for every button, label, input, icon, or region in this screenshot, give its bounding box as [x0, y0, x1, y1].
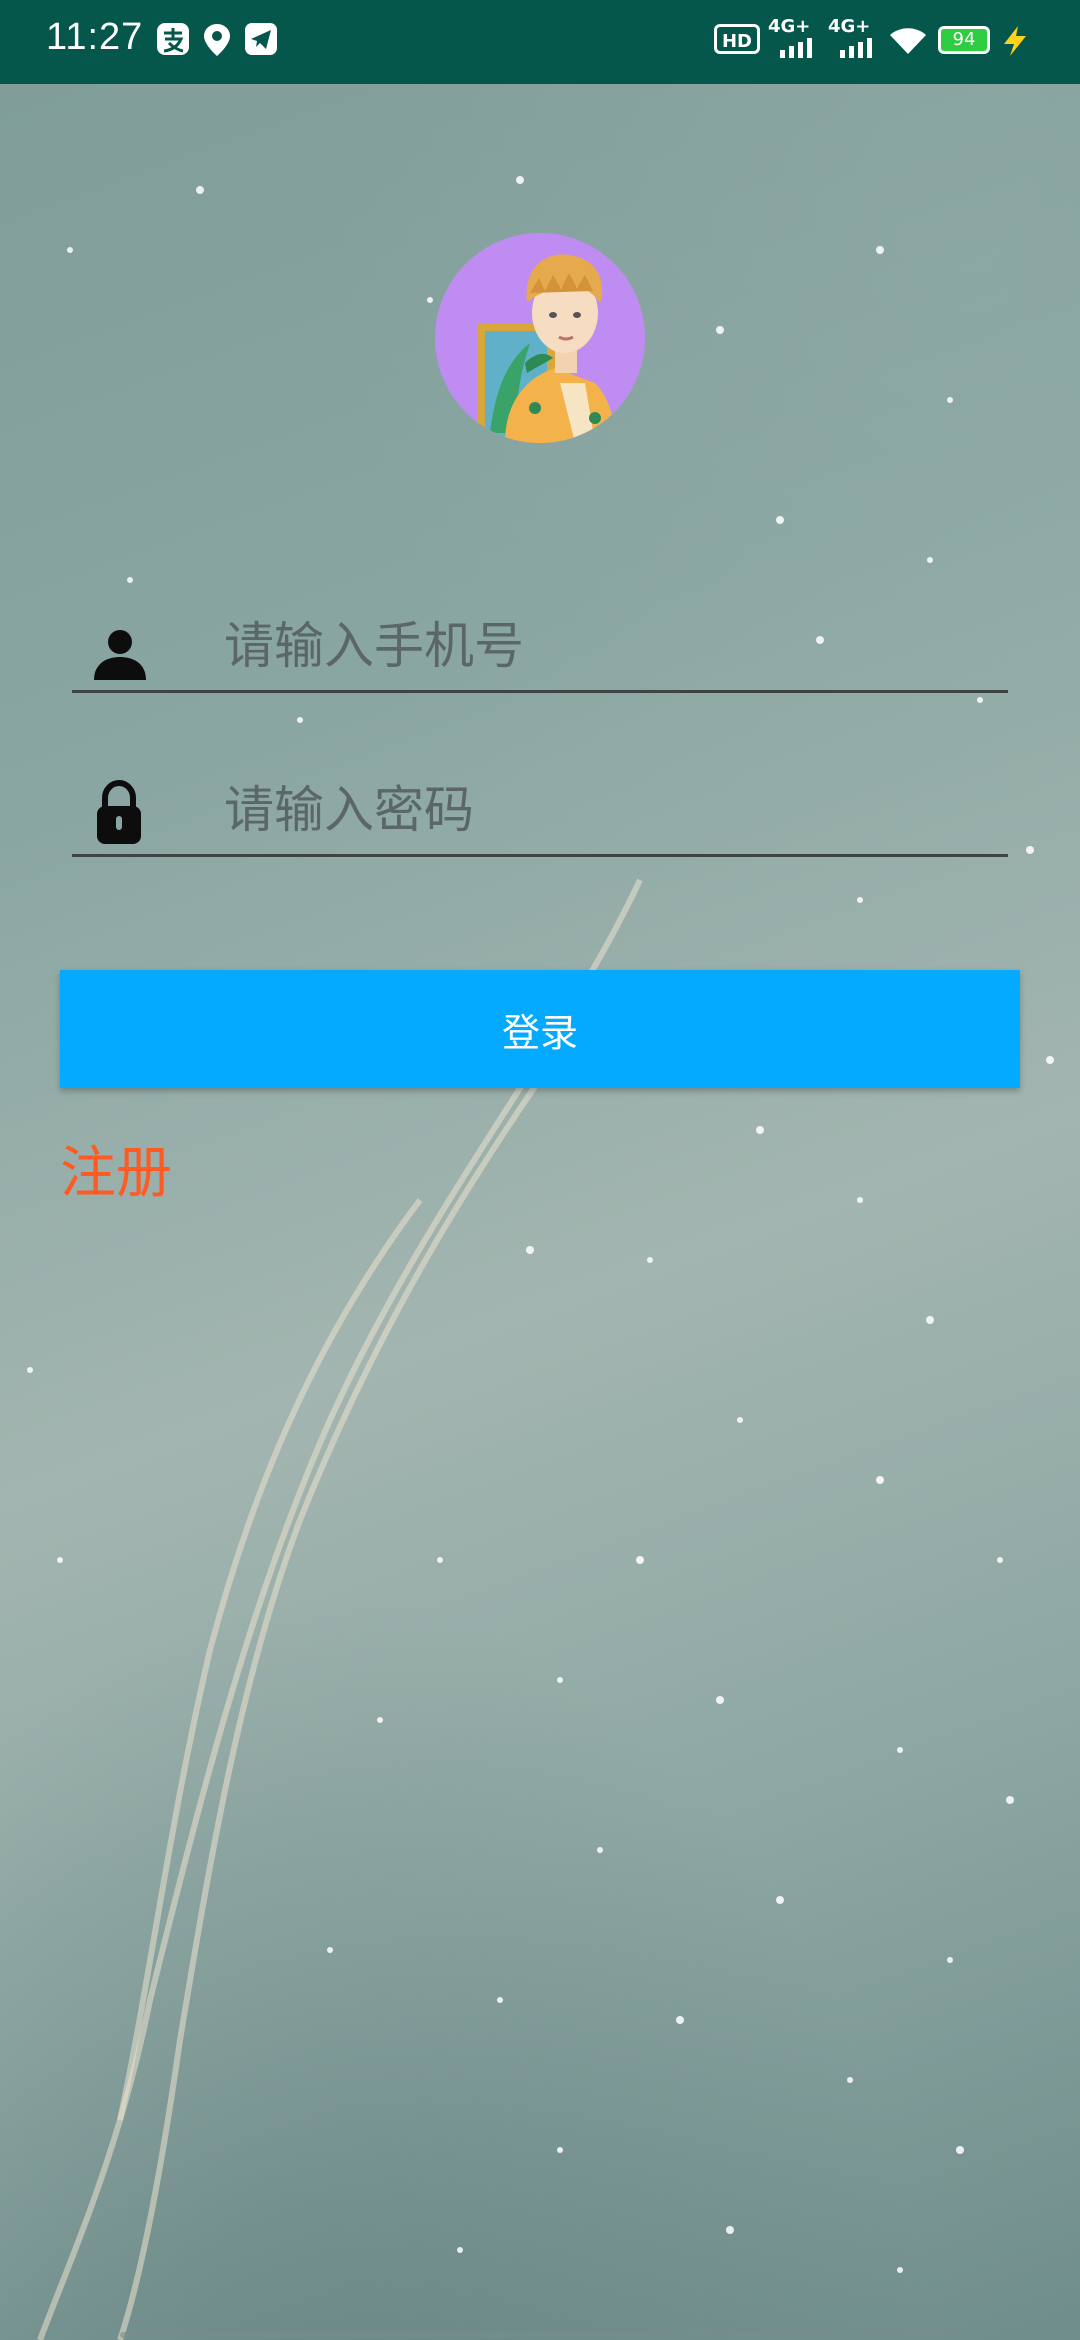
phone-field-row — [72, 608, 1008, 693]
location-pin-icon — [204, 24, 230, 56]
wifi-icon — [890, 28, 926, 54]
alipay-icon — [157, 23, 189, 55]
avatar[interactable] — [435, 233, 645, 443]
phone-input[interactable] — [224, 614, 984, 678]
telegram-icon — [245, 23, 277, 55]
signal-2-icon — [840, 38, 872, 58]
login-button[interactable]: 登录 — [60, 970, 1020, 1088]
network-label-2: 4G+ — [828, 16, 871, 37]
gesture-nav-bar[interactable] — [120, 2332, 960, 2338]
avatar-illustration — [435, 233, 645, 443]
user-icon — [94, 630, 146, 680]
battery-icon: 94 — [938, 26, 990, 54]
register-link[interactable]: 注册 — [60, 1128, 172, 1209]
hd-icon: HD — [714, 24, 760, 54]
charging-bolt-icon — [1004, 26, 1026, 56]
network-label-1: 4G+ — [768, 16, 811, 37]
password-input[interactable] — [224, 778, 984, 842]
signal-1-icon — [780, 38, 812, 58]
status-bar: 11:27 HD 4G+ 4G+ 94 — [0, 0, 1080, 84]
lock-icon — [97, 780, 141, 844]
battery-level: 94 — [952, 29, 976, 50]
status-time: 11:27 — [46, 16, 144, 58]
password-field-row — [72, 772, 1008, 857]
